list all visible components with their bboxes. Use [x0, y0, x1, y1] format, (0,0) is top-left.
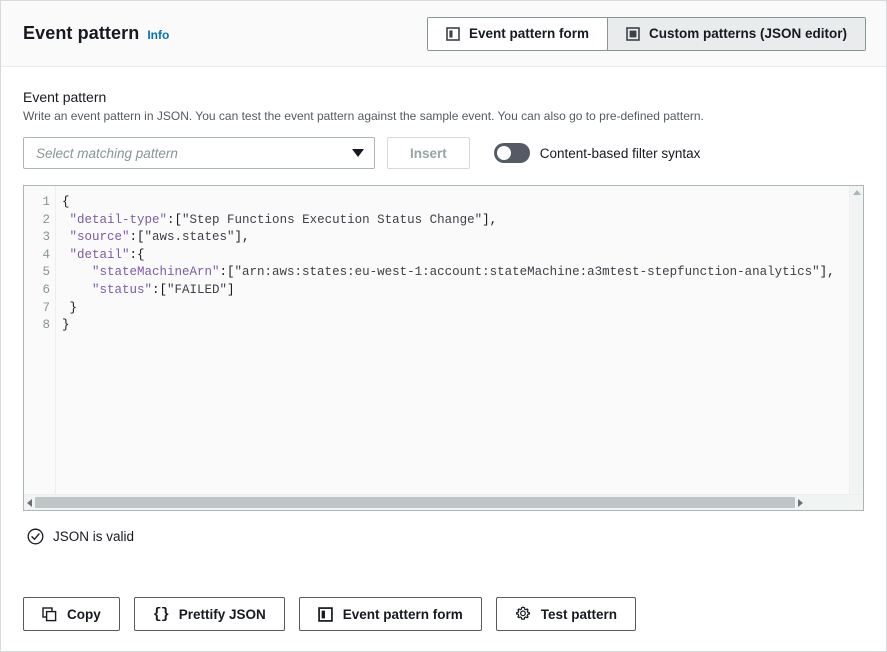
event-pattern-panel: Event pattern Info Event pattern form: [0, 0, 887, 652]
json-validation-status-text: JSON is valid: [53, 529, 134, 544]
form-layout-icon: [446, 27, 460, 41]
code-token-punc: :{: [130, 248, 145, 262]
content-based-filter-toggle[interactable]: [494, 143, 530, 163]
code-token-key: "status": [62, 283, 152, 297]
info-link[interactable]: Info: [147, 28, 169, 42]
copy-button[interactable]: Copy: [23, 597, 120, 631]
chevron-down-icon: [352, 149, 364, 157]
editor-code-content[interactable]: { "detail-type":["Step Functions Executi…: [56, 186, 863, 494]
editor-code-line: }: [62, 300, 863, 318]
pattern-mode-segmented-control: Event pattern form Custom patterns (JSON…: [427, 17, 866, 51]
test-pattern-button[interactable]: Test pattern: [496, 597, 636, 631]
code-token-punc: ]: [227, 283, 235, 297]
editor-line-number: 3: [24, 229, 50, 247]
panel-footer: Copy { } Prettify JSON Event pattern for…: [1, 591, 886, 651]
panel-body: Event pattern Write an event pattern in …: [1, 67, 886, 591]
code-token-str: "Step Functions Execution Status Change": [182, 213, 482, 227]
json-editor-icon: [626, 27, 640, 41]
editor-scroll-region: 12345678 { "detail-type":["Step Function…: [24, 186, 863, 494]
code-token-key: "detail-type": [62, 213, 167, 227]
code-token-punc: }: [62, 318, 70, 332]
prettify-json-button-label: Prettify JSON: [179, 607, 266, 622]
json-code-editor[interactable]: 12345678 { "detail-type":["Step Function…: [23, 185, 864, 511]
event-pattern-label: Event pattern: [23, 89, 864, 105]
code-token-punc: }: [62, 301, 77, 315]
code-token-key: "source": [62, 230, 130, 244]
code-token-punc: :[: [167, 213, 182, 227]
editor-vertical-scrollbar[interactable]: [849, 186, 863, 494]
braces-icon: { }: [153, 606, 169, 623]
code-token-str: "FAILED": [167, 283, 227, 297]
editor-code-line: "detail-type":["Step Functions Execution…: [62, 212, 863, 230]
form-layout-icon: [318, 607, 333, 622]
editor-line-number-gutter: 12345678: [24, 186, 56, 494]
code-token-punc: :[: [152, 283, 167, 297]
panel-header-title-group: Event pattern Info: [23, 23, 169, 44]
tab-custom-patterns-json-editor[interactable]: Custom patterns (JSON editor): [607, 18, 865, 50]
editor-line-number: 2: [24, 212, 50, 230]
code-token-punc: ],: [820, 265, 835, 279]
code-token-punc: ],: [482, 213, 497, 227]
insert-button[interactable]: Insert: [387, 137, 470, 169]
editor-line-number: 4: [24, 247, 50, 265]
check-circle-icon: [27, 528, 44, 545]
scroll-left-arrow-icon[interactable]: [27, 499, 32, 507]
code-token-punc: :[: [220, 265, 235, 279]
json-validation-status: JSON is valid: [23, 511, 864, 551]
pattern-controls-row: Select matching pattern Insert Content-b…: [23, 137, 864, 169]
editor-code-line: {: [62, 194, 863, 212]
code-token-str: "aws.states": [145, 230, 235, 244]
code-token-key: "detail": [62, 248, 130, 262]
tab-event-pattern-form-label: Event pattern form: [469, 26, 589, 41]
editor-horizontal-scrollbar[interactable]: [24, 494, 863, 510]
page-title: Event pattern: [23, 23, 139, 44]
code-token-key: "stateMachineArn": [62, 265, 220, 279]
copy-button-label: Copy: [67, 607, 101, 622]
toggle-knob: [497, 146, 511, 160]
event-pattern-form-button[interactable]: Event pattern form: [299, 597, 482, 631]
content-filter-toggle-group: Content-based filter syntax: [494, 143, 701, 163]
editor-line-number: 1: [24, 194, 50, 212]
tab-custom-patterns-label: Custom patterns (JSON editor): [649, 26, 847, 41]
matching-pattern-select[interactable]: Select matching pattern: [23, 137, 375, 169]
panel-header: Event pattern Info Event pattern form: [1, 1, 886, 67]
event-pattern-description: Write an event pattern in JSON. You can …: [23, 109, 864, 123]
scroll-up-arrow-icon[interactable]: [853, 190, 861, 195]
tab-event-pattern-form[interactable]: Event pattern form: [428, 18, 607, 50]
editor-code-line: "stateMachineArn":["arn:aws:states:eu-we…: [62, 264, 863, 282]
copy-icon: [42, 607, 57, 622]
editor-line-number: 8: [24, 317, 50, 335]
editor-line-number: 7: [24, 300, 50, 318]
code-token-punc: {: [62, 195, 70, 209]
editor-line-number: 6: [24, 282, 50, 300]
scroll-right-arrow-icon[interactable]: [798, 499, 803, 507]
editor-code-line: }: [62, 317, 863, 335]
editor-code-line: "status":["FAILED"]: [62, 282, 863, 300]
gear-icon: [515, 606, 531, 622]
event-pattern-form-button-label: Event pattern form: [343, 607, 463, 622]
code-token-str: "arn:aws:states:eu-west-1:account:stateM…: [235, 265, 820, 279]
content-based-filter-toggle-label: Content-based filter syntax: [540, 146, 701, 161]
prettify-json-button[interactable]: { } Prettify JSON: [134, 597, 285, 631]
editor-code-line: "source":["aws.states"],: [62, 229, 863, 247]
editor-line-number: 5: [24, 264, 50, 282]
test-pattern-button-label: Test pattern: [541, 607, 617, 622]
code-token-punc: :[: [130, 230, 145, 244]
horizontal-scrollbar-thumb[interactable]: [35, 497, 795, 508]
code-token-punc: ],: [235, 230, 250, 244]
matching-pattern-select-placeholder: Select matching pattern: [36, 146, 352, 161]
editor-code-line: "detail":{: [62, 247, 863, 265]
